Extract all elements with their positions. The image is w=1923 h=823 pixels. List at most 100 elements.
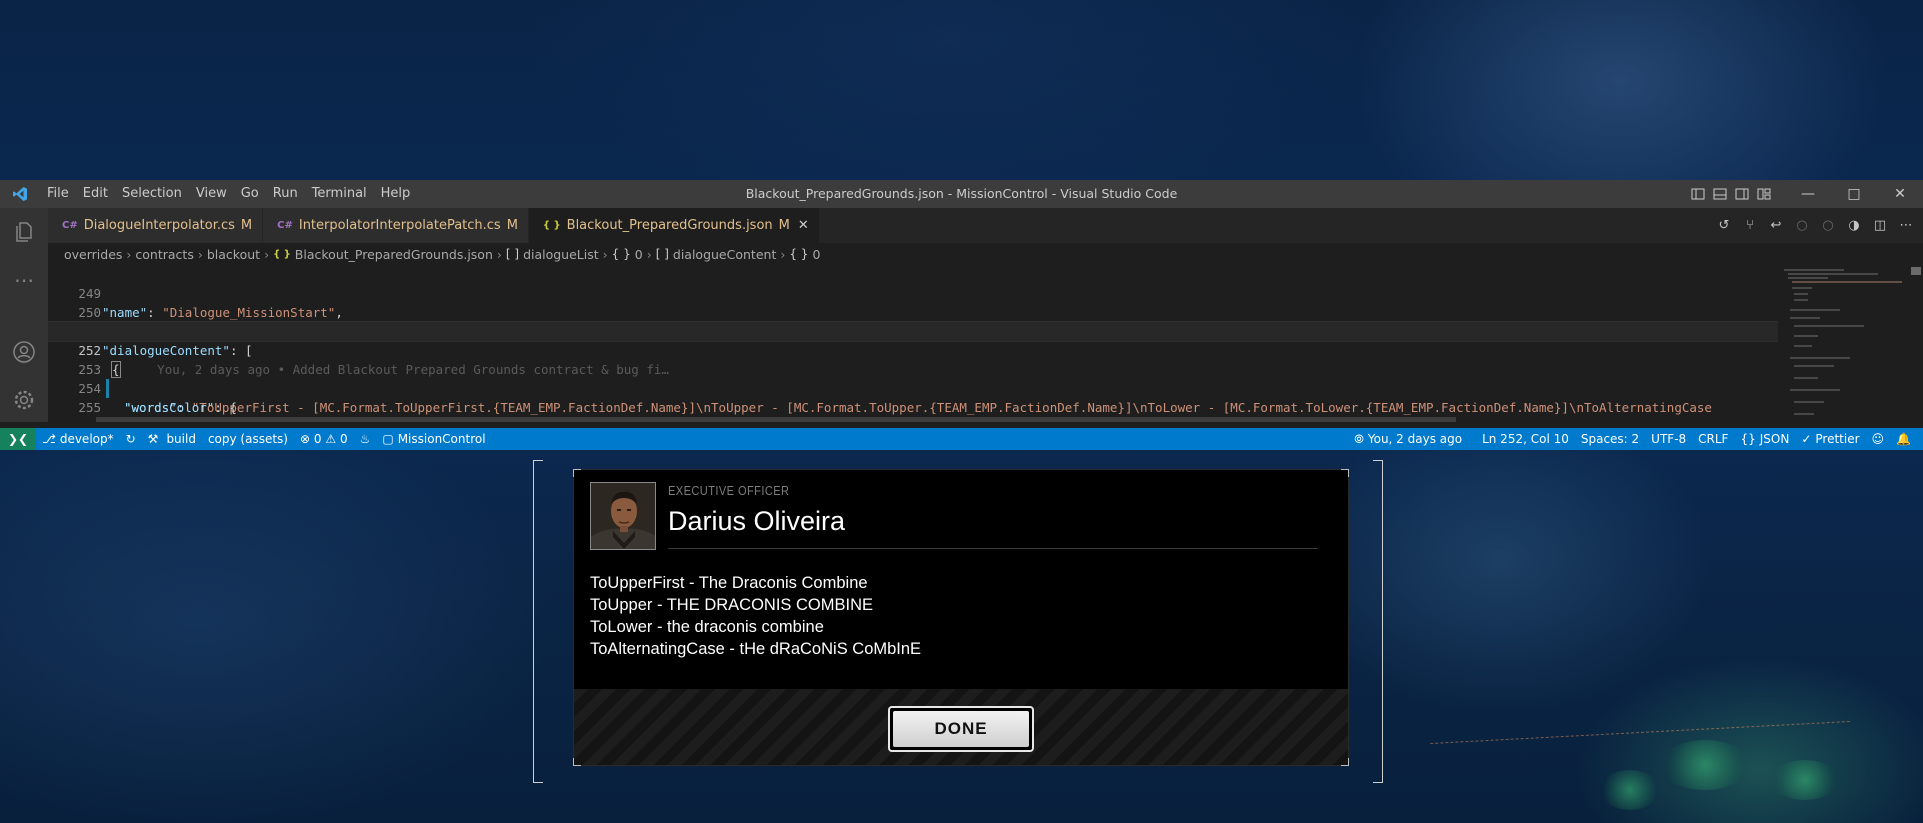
timeline-icon[interactable]: ↺ [1711,208,1737,243]
close-window-button[interactable]: ✕ [1877,180,1923,208]
split-editor-icon[interactable]: ◫ [1867,208,1893,243]
tab-label: DialogueInterpolator.cs [83,218,235,233]
dialogue-line: ToLower - the draconis combine [590,618,824,636]
workspace-folder[interactable]: ▢ MissionControl [376,428,491,450]
branch-status[interactable]: ⎇ develop* [36,428,120,450]
chevron-right-icon: › [780,246,786,262]
sync-icon[interactable]: ↻ [120,428,142,450]
open-changes-icon[interactable]: ⑂ [1737,208,1763,243]
code-line: 249 "name": "Dialogue_MissionStart", [48,265,1778,320]
vscode-logo-icon[interactable] [0,180,40,208]
terrain-glow [1600,770,1660,810]
feedback-icon[interactable]: ☺ [1866,428,1891,450]
problems-status[interactable]: ⊗ 0 ⚠ 0 [294,428,354,450]
breadcrumb-item[interactable]: blackout [207,247,260,262]
done-button-label: DONE [893,711,1029,747]
modified-badge: M [506,218,518,233]
menu-help[interactable]: Help [374,180,418,208]
breadcrumb-item[interactable]: dialogueList [523,247,599,262]
accounts-icon[interactable] [0,328,48,376]
tab-blackout-prepared-grounds[interactable]: { } Blackout_PreparedGrounds.json M ✕ [528,208,820,243]
breadcrumb-item[interactable]: overrides [64,247,122,262]
next-change-icon[interactable]: ○ [1815,208,1841,243]
object-symbol-icon: { } [611,247,631,261]
code-line: 254 "wordsColor": { [48,360,1778,415]
more-actions-icon[interactable]: ⋯ [1893,208,1919,243]
go-back-icon[interactable]: ↩ [1763,208,1789,243]
menu-go[interactable]: Go [234,180,266,208]
status-bar: ❯❮ ⎇ develop* ↻ ⚒ build copy (assets) ⊗ 0 … [0,428,1923,450]
code-line: 253 "words": "ToUpperFirst - [MC.Format.… [48,341,1778,415]
menu-run[interactable]: Run [266,180,305,208]
explorer-icon[interactable] [0,208,48,256]
breadcrumb-item[interactable]: 0 [812,247,820,262]
code-line: 250 "overrideDialogueBucketId": "", [48,284,1778,339]
check-icon: ✓ [1801,432,1812,446]
prettier-status[interactable]: ✓ Prettier [1795,428,1865,450]
breadcrumb-item[interactable]: dialogueContent [673,247,776,262]
editor-tabs: C# DialogueInterpolator.cs M C# Interpol… [48,208,1923,243]
toggle-sidebar-icon[interactable] [1687,180,1709,208]
minimap[interactable] [1778,265,1908,422]
terrain-glow [1770,760,1840,800]
indentation[interactable]: Spaces: 2 [1575,428,1645,450]
chevron-right-icon: › [197,246,203,262]
chevron-right-icon: › [126,246,132,262]
git-commit-icon: ⦾ [1354,431,1364,446]
build-task[interactable]: ⚒ build [142,428,202,450]
minimize-button[interactable]: — [1785,180,1831,208]
tab-dialogue-interpolator[interactable]: C# DialogueInterpolator.cs M [48,208,264,243]
tab-label: Blackout_PreparedGrounds.json [566,218,773,233]
git-blame-status[interactable]: ⦾ You, 2 days ago [1348,428,1468,450]
menu-file[interactable]: File [40,180,76,208]
array-symbol-icon: [ ] [505,247,520,261]
dialog-frame-left [533,460,543,783]
corner-decoration [573,469,581,477]
horizontal-scrollbar[interactable] [96,417,1456,422]
scrollbar-thumb[interactable] [1911,267,1921,275]
activity-bar: ⋯ [0,208,48,422]
tab-interpolator-patch[interactable]: C# InterpolatorInterpolatePatch.cs M [263,208,529,243]
cursor-position[interactable]: Ln 252, Col 10 [1476,428,1575,450]
toggle-panel-icon[interactable] [1709,180,1731,208]
copy-assets-task[interactable]: copy (assets) [202,428,294,450]
close-tab-icon[interactable]: ✕ [798,218,809,233]
line-number: 256 [48,417,101,422]
vertical-scrollbar[interactable] [1909,265,1923,422]
customize-layout-icon[interactable] [1753,180,1775,208]
encoding[interactable]: UTF-8 [1645,428,1692,450]
flame-icon[interactable]: ♨ [354,428,377,450]
menu-terminal[interactable]: Terminal [305,180,374,208]
language-mode[interactable]: {} JSON [1734,428,1795,450]
code-editor[interactable]: 249 "name": "Dialogue_MissionStart", 250… [48,265,1778,422]
code-line: 256 "g": 1, [48,398,1778,422]
git-branch-icon: ⎇ [42,432,56,446]
code-line: 255 "r": 1, [48,379,1778,422]
more-icon[interactable]: ⋯ [0,256,48,304]
menu-selection[interactable]: Selection [115,180,189,208]
notifications-bell-icon[interactable]: 🔔 [1890,428,1917,450]
speaker-role: EXECUTIVE OFFICER [668,483,790,498]
menu-edit[interactable]: Edit [76,180,115,208]
corner-decoration [1341,469,1349,477]
blame-toggle-icon[interactable]: ◑ [1841,208,1867,243]
breadcrumb-item[interactable]: Blackout_PreparedGrounds.json [295,247,493,262]
done-button[interactable]: DONE [888,706,1034,752]
json-file-icon: { } [542,220,561,231]
settings-gear-icon[interactable] [0,376,48,424]
toggle-secondary-sidebar-icon[interactable] [1731,180,1753,208]
error-icon: ⊗ [300,432,311,446]
title-bar: File Edit Selection View Go Run Terminal… [0,180,1923,208]
code-line: 251 "dialogueContent": [ [48,303,1778,358]
breadcrumb-item[interactable]: 0 [635,247,643,262]
remote-indicator-icon[interactable]: ❯❮ [0,428,36,450]
dialogue-line: ToAlternatingCase - tHe dRaCoNiS CoMbInE [590,640,922,658]
line-endings[interactable]: CRLF [1692,428,1734,450]
menu-view[interactable]: View [189,180,234,208]
chevron-right-icon: › [264,246,270,262]
previous-change-icon[interactable]: ○ [1789,208,1815,243]
modified-badge: M [240,218,253,233]
maximize-button[interactable]: □ [1831,180,1877,208]
menu-bar: File Edit Selection View Go Run Terminal… [40,180,417,208]
breadcrumb-item[interactable]: contracts [135,247,193,262]
